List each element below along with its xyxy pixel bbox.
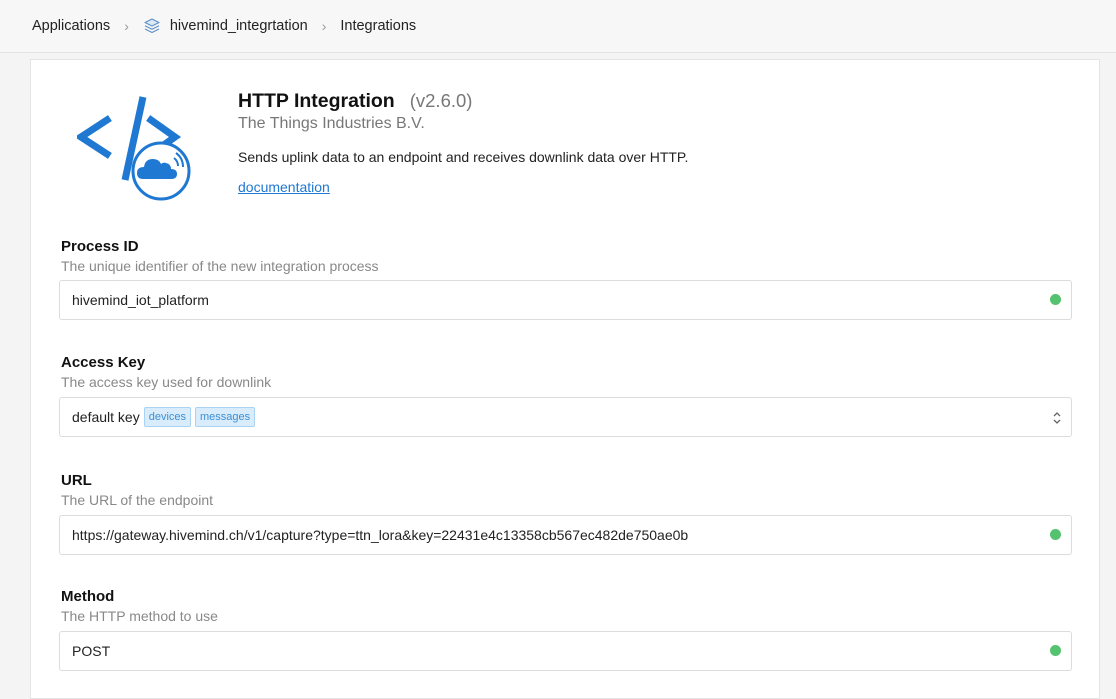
breadcrumb-applications[interactable]: Applications — [32, 18, 110, 34]
url-label: URL — [61, 472, 92, 489]
method-help: The HTTP method to use — [61, 608, 218, 624]
valid-check-icon — [1050, 529, 1061, 540]
integration-company: The Things Industries B.V. — [238, 115, 425, 132]
url-value: https://gateway.hivemind.ch/v1/capture?t… — [72, 527, 689, 543]
method-value: POST — [72, 643, 111, 659]
access-key-select[interactable]: default key devices messages — [59, 397, 1072, 437]
layers-icon — [144, 18, 160, 34]
url-input[interactable]: https://gateway.hivemind.ch/v1/capture?t… — [59, 515, 1072, 555]
integration-card: HTTP Integration (v2.6.0) The Things Ind… — [30, 59, 1100, 699]
method-label: Method — [61, 588, 115, 605]
access-key-help: The access key used for downlink — [61, 374, 272, 390]
breadcrumb-separator-icon: › — [321, 18, 327, 34]
process-id-help: The unique identifier of the new integra… — [61, 258, 379, 274]
integration-version: (v2.6.0) — [409, 90, 473, 111]
method-input[interactable]: POST — [59, 631, 1072, 671]
access-key-tag-messages: messages — [195, 407, 256, 427]
integration-title: HTTP Integration — [238, 90, 395, 112]
documentation-link[interactable]: documentation — [238, 179, 330, 195]
http-integration-logo-icon — [77, 96, 191, 201]
access-key-value: default key — [72, 409, 140, 425]
integration-description: Sends uplink data to an endpoint and rec… — [238, 149, 689, 165]
valid-check-icon — [1050, 645, 1061, 656]
breadcrumb-application-label: hivemind_integrtation — [169, 18, 308, 34]
process-id-value: hivemind_iot_platform — [72, 292, 209, 308]
access-key-tag-devices: devices — [143, 407, 192, 427]
breadcrumb-separator-icon: › — [124, 18, 129, 34]
breadcrumb: Applications › hivemind_integrtation › I… — [0, 0, 1116, 53]
access-key-label: Access Key — [61, 354, 146, 371]
process-id-input[interactable]: hivemind_iot_platform — [59, 280, 1072, 320]
integration-title-row: HTTP Integration (v2.6.0) — [238, 90, 472, 113]
url-help: The URL of the endpoint — [61, 492, 214, 508]
breadcrumb-application[interactable]: hivemind_integrtation — [143, 17, 308, 35]
breadcrumb-integrations[interactable]: Integrations — [340, 18, 416, 34]
process-id-label: Process ID — [61, 238, 139, 255]
select-updown-icon — [1053, 412, 1061, 424]
valid-check-icon — [1050, 294, 1061, 305]
